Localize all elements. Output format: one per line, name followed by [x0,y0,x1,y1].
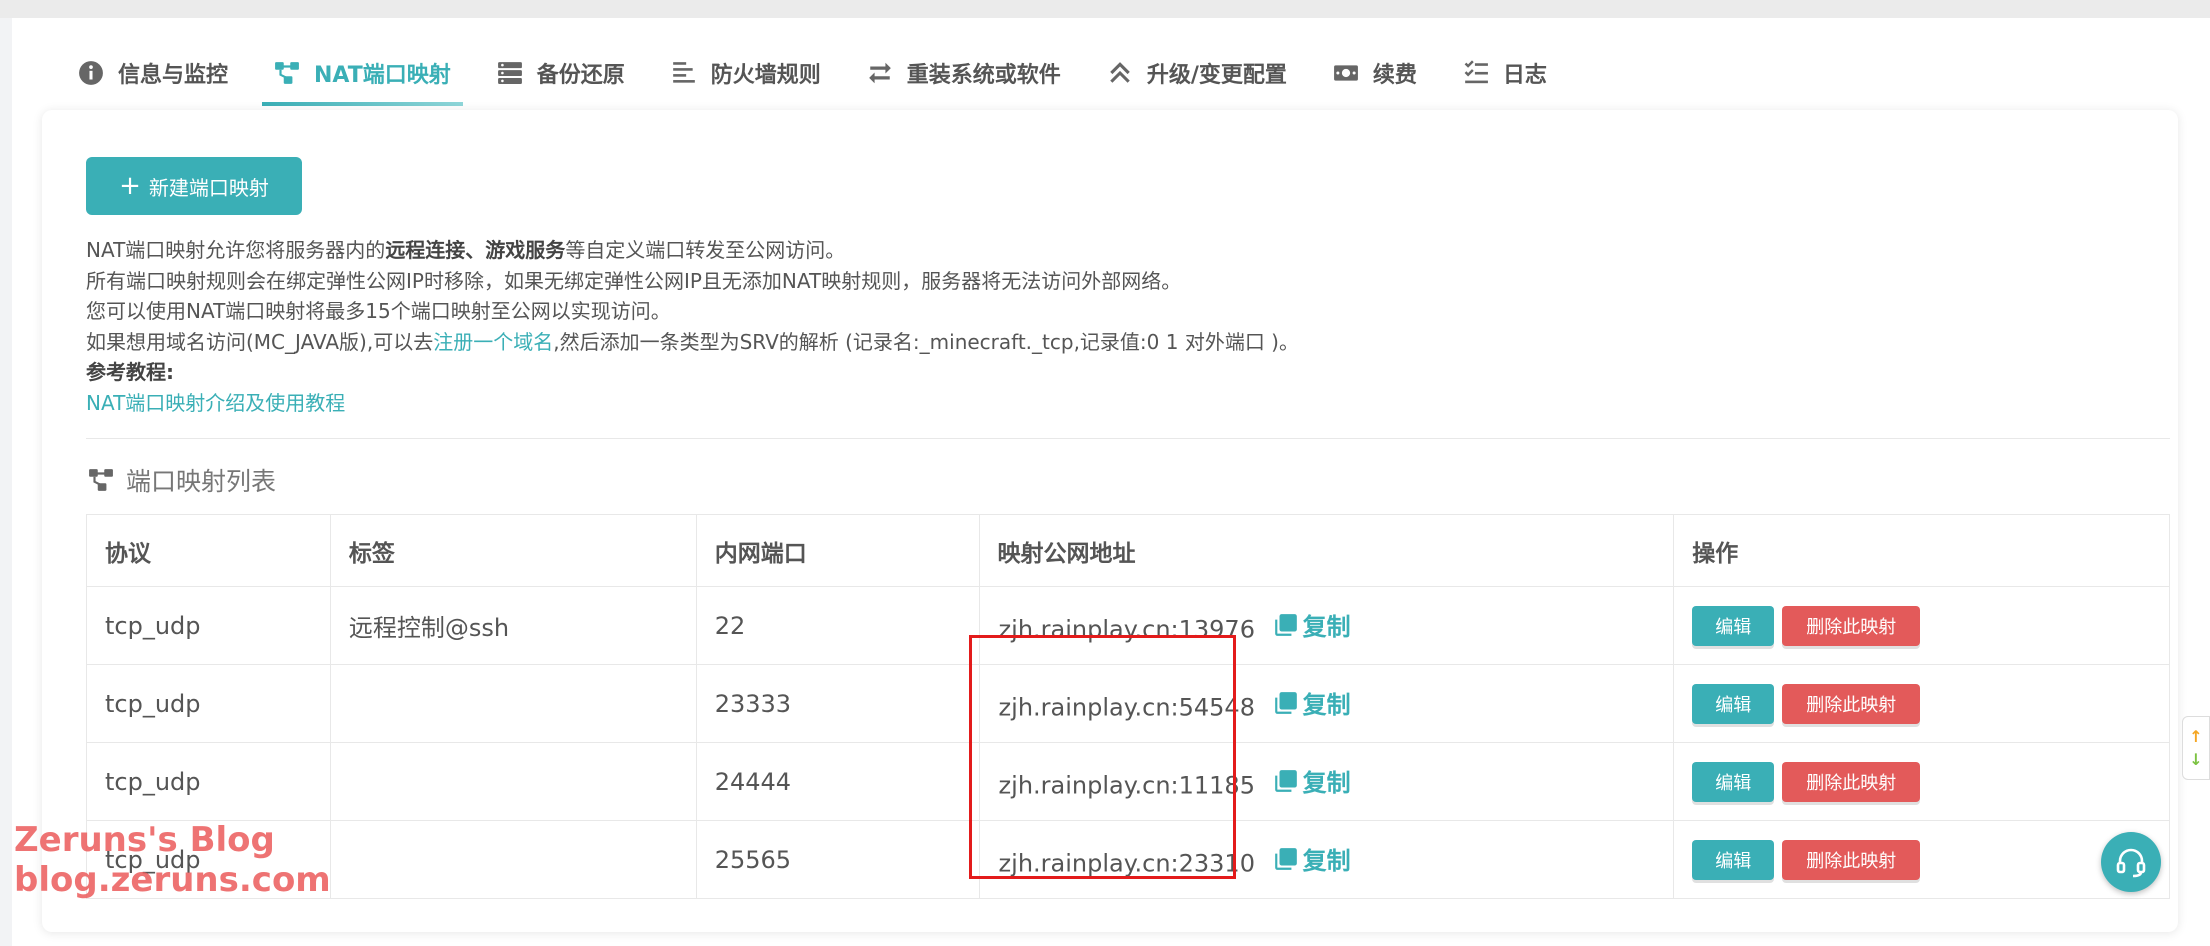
address-text: zjh.rainplay.cn:11185 [998,771,1255,800]
table-row: tcp_udp 远程控制@ssh 22 zjh.rainplay.cn:1397… [86,586,2170,665]
checklist-icon [1464,60,1488,84]
copy-button[interactable]: 复制 [1273,763,1351,798]
cell-port: 25565 [695,820,980,899]
tab-label: 重装系统或软件 [906,63,1061,88]
swap-icon [868,62,891,84]
cell-actions: 编辑 删除此映射 [1673,820,2170,899]
nat-description: NAT端口映射允许您将服务器内的远程连接、游戏服务等自定义端口转发至公网访问。 … [86,235,1299,418]
address-text: zjh.rainplay.cn:13976 [998,615,1255,644]
cell-tag [329,664,697,743]
edit-button[interactable]: 编辑 [1692,761,1775,802]
scroll-down-icon[interactable]: ↓ [2189,750,2202,769]
desc-line-1: NAT端口映射允许您将服务器内的远程连接、游戏服务等自定义端口转发至公网访问。 [86,238,846,262]
cell-address: zjh.rainplay.cn:23310 复制 [978,820,1675,899]
list-icon [672,62,695,83]
cell-protocol: tcp_udp [86,742,331,821]
copy-icon [1274,613,1297,636]
section-divider [86,438,2170,439]
header-tag: 标签 [329,514,697,587]
cell-protocol: tcp_udp [86,586,331,665]
header-public-address: 映射公网地址 [978,514,1675,587]
cell-actions: 编辑 删除此映射 [1673,586,2170,665]
cell-actions: 编辑 删除此映射 [1673,742,2170,821]
edit-button[interactable]: 编辑 [1692,683,1775,724]
copy-icon [1274,847,1297,870]
edit-button[interactable]: 编辑 [1692,605,1775,646]
table-row: tcp_udp 25565 zjh.rainplay.cn:23310 复制 编… [86,820,2170,899]
cell-tag [329,820,697,899]
header-protocol: 协议 [86,514,331,587]
tab-firewall-rules[interactable]: 防火墙规则 [659,40,833,106]
cell-protocol: tcp_udp [86,664,331,743]
delete-mapping-button[interactable]: 删除此映射 [1782,605,1921,646]
header-actions: 操作 [1673,514,2170,587]
scroll-widget: ↑ ↓ [2182,716,2210,780]
tab-label: 信息与监控 [118,63,229,88]
table-header-row: 协议 标签 内网端口 映射公网地址 操作 [86,514,2170,587]
tab-bar: 信息与监控 NAT端口映射 备份还原 防火墙规则 重装系统或软件 升级/变更配置… [66,40,1581,106]
watermark: Zeruns's Blog blog.zeruns.com [14,820,331,900]
address-text: zjh.rainplay.cn:54548 [998,693,1255,722]
tab-upgrade-config[interactable]: 升级/变更配置 [1095,40,1299,106]
money-icon [1333,65,1358,81]
network-icon [275,62,299,84]
tab-label: 防火墙规则 [710,63,821,88]
address-text: zjh.rainplay.cn:23310 [998,849,1255,878]
table-row: tcp_udp 24444 zjh.rainplay.cn:11185 复制 编… [86,742,2170,821]
tab-label: NAT端口映射 [314,63,451,88]
cell-port: 23333 [695,664,980,743]
cell-address: zjh.rainplay.cn:54548 复制 [978,664,1675,743]
delete-mapping-button[interactable]: 删除此映射 [1782,839,1921,880]
tab-backup-restore[interactable]: 备份还原 [485,40,637,106]
headset-icon [2116,848,2146,878]
tab-label: 日志 [1502,63,1547,88]
edit-button[interactable]: 编辑 [1692,839,1775,880]
ref-title: 参考教程: [86,360,174,384]
tab-logs[interactable]: 日志 [1451,40,1559,106]
new-button-label: 新建端口映射 [148,175,269,200]
cell-port: 24444 [695,742,980,821]
desc-line-2: 所有端口映射规则会在绑定弹性公网IP时移除，如果无绑定弹性公网IP且无添加NAT… [86,268,1182,293]
tab-label: 续费 [1372,63,1417,88]
section-title: 端口映射列表 [86,462,276,498]
copy-button[interactable]: 复制 [1273,685,1351,720]
nat-mapping-card: + 新建端口映射 NAT端口映射允许您将服务器内的远程连接、游戏服务等自定义端口… [42,110,2178,932]
header-internal-port: 内网端口 [695,514,980,587]
network-icon [89,469,113,491]
tab-label: 升级/变更配置 [1146,63,1287,88]
copy-icon [1274,691,1297,714]
tutorial-link[interactable]: NAT端口映射介绍及使用教程 [86,388,1299,419]
table-row: tcp_udp 23333 zjh.rainplay.cn:54548 复制 编… [86,664,2170,743]
cell-address: zjh.rainplay.cn:11185 复制 [978,742,1675,821]
page-shell: 信息与监控 NAT端口映射 备份还原 防火墙规则 重装系统或软件 升级/变更配置… [12,18,2210,946]
server-icon [497,62,522,84]
cell-tag [329,742,697,821]
tab-reinstall-system[interactable]: 重装系统或软件 [855,40,1073,106]
scroll-up-icon[interactable]: ↑ [2189,727,2202,746]
copy-icon [1274,769,1297,792]
chevron-up-icon [1110,62,1130,83]
desc-line-4: 如果想用域名访问(MC_JAVA版),可以去注册一个域名,然后添加一条类型为SR… [86,329,1299,354]
cell-actions: 编辑 删除此映射 [1673,664,2170,743]
cell-port: 22 [695,586,980,665]
section-title-label: 端口映射列表 [126,467,277,496]
port-mapping-table: 协议 标签 内网端口 映射公网地址 操作 tcp_udp 远程控制@ssh 22… [86,514,2170,899]
tab-info-monitor[interactable]: 信息与监控 [66,40,240,106]
tab-label: 备份还原 [536,63,625,88]
tab-renew[interactable]: 续费 [1321,40,1429,106]
info-icon [79,61,103,85]
register-domain-link[interactable]: 注册一个域名 [433,330,553,354]
cell-tag: 远程控制@ssh [329,586,697,665]
copy-button[interactable]: 复制 [1273,841,1351,876]
delete-mapping-button[interactable]: 删除此映射 [1782,761,1921,802]
browser-top-strip [0,0,2210,18]
new-port-mapping-button[interactable]: + 新建端口映射 [86,157,302,215]
desc-line-3: 您可以使用NAT端口映射将最多15个端口映射至公网以实现访问。 [86,299,671,323]
copy-button[interactable]: 复制 [1273,607,1351,642]
plus-icon: + [119,171,141,201]
tab-nat-port-mapping[interactable]: NAT端口映射 [262,40,463,106]
customer-support-button[interactable] [2101,832,2161,892]
delete-mapping-button[interactable]: 删除此映射 [1782,683,1921,724]
cell-address: zjh.rainplay.cn:13976 复制 [978,586,1675,665]
